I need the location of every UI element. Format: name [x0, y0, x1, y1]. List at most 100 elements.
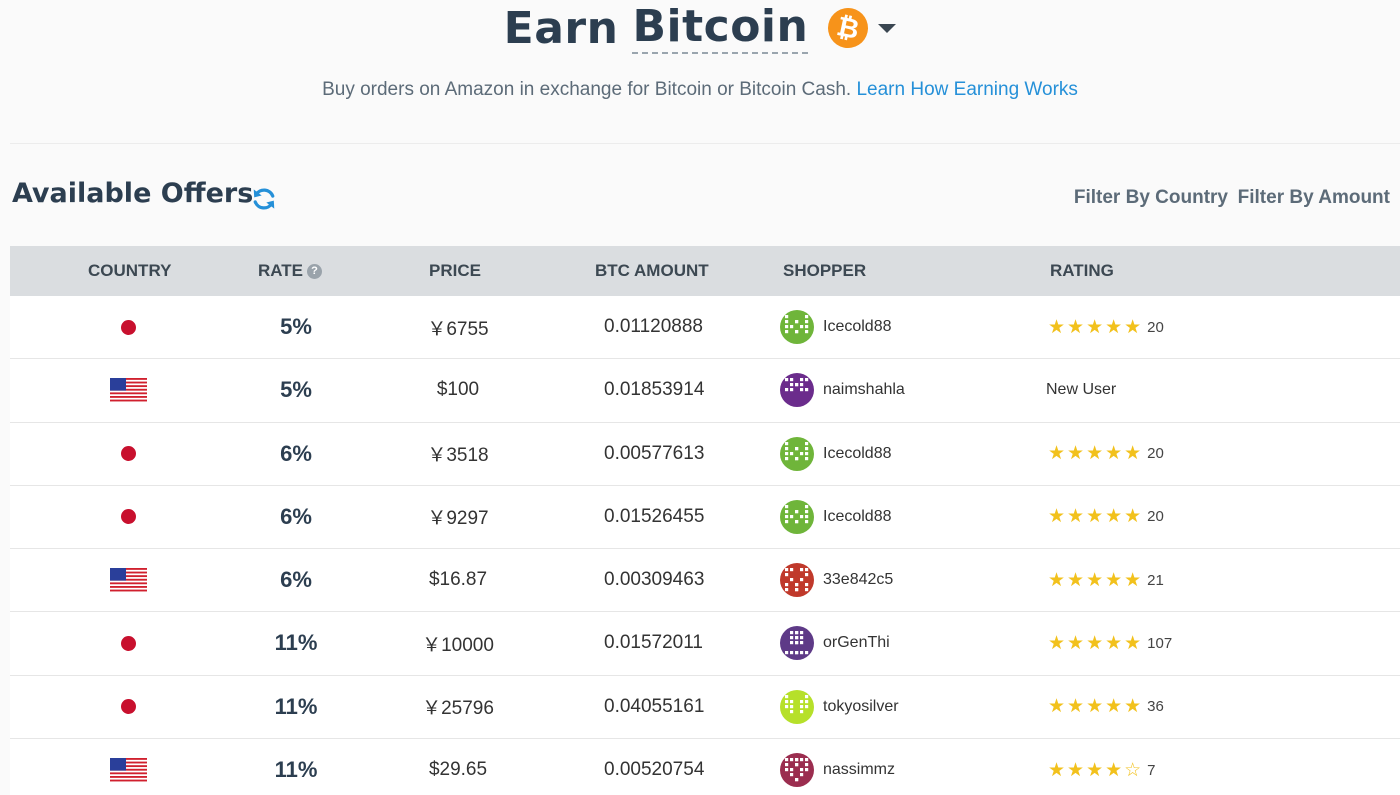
table-row[interactable]: 5% $100 0.01853914 naimshahla New User — [10, 359, 1400, 423]
btc-amount-cell: 0.01526455 — [604, 505, 705, 527]
avatar[interactable] — [780, 373, 814, 408]
country-cell — [10, 739, 246, 795]
shopper-cell[interactable]: Icecold88 — [780, 423, 892, 485]
japan-flag-icon — [120, 635, 136, 651]
rating-cell: New User — [1046, 359, 1117, 421]
offers-header: Available Offers Filter By Country Filte… — [12, 178, 1400, 218]
filter-by-country-button[interactable]: Filter By Country — [1074, 187, 1228, 209]
shopper-name[interactable]: orGenThi — [823, 634, 890, 652]
avatar[interactable] — [780, 563, 814, 598]
country-cell — [10, 486, 246, 548]
subtitle-text: Buy orders on Amazon in exchange for Bit… — [322, 79, 852, 100]
rating-cell: ★★★★★ 20 — [1048, 423, 1164, 485]
rate-cell: 6% — [280, 567, 312, 593]
table-row[interactable]: 11% ￥25796 0.04055161 tokyosilver ★★★★★ 3… — [10, 675, 1400, 740]
shopper-cell[interactable]: Icecold88 — [780, 486, 892, 548]
shopper-cell[interactable]: naimshahla — [780, 359, 905, 421]
column-header-price[interactable]: PRICE — [429, 246, 481, 296]
page-subtitle: Buy orders on Amazon in exchange for Bit… — [0, 79, 1400, 101]
new-user-label: New User — [1046, 381, 1117, 399]
btc-amount-cell: 0.01572011 — [604, 632, 703, 654]
rating-count: 20 — [1147, 318, 1164, 336]
avatar[interactable] — [780, 310, 814, 344]
btc-amount-cell: 0.00520754 — [604, 759, 705, 781]
table-row[interactable]: 11% $29.65 0.00520754 nassimmz ★★★★☆ 7 — [10, 739, 1400, 795]
table-row[interactable]: 6% $16.87 0.00309463 33e842c5 ★★★★★ 21 — [10, 549, 1400, 613]
country-cell — [10, 676, 246, 738]
offers-table: COUNTRY RATE ? PRICE BTC AMOUNT SHOPPER … — [10, 246, 1400, 795]
btc-amount-cell: 0.04055161 — [604, 695, 705, 717]
table-header: COUNTRY RATE ? PRICE BTC AMOUNT SHOPPER … — [10, 246, 1400, 296]
section-divider — [10, 143, 1400, 144]
rate-cell: 5% — [280, 377, 312, 403]
column-header-rating[interactable]: RATING — [1050, 246, 1114, 296]
shopper-cell[interactable]: 33e842c5 — [780, 549, 893, 611]
star-rating-icon: ★★★★★ — [1048, 632, 1144, 654]
learn-how-link[interactable]: Learn How Earning Works — [856, 79, 1077, 100]
column-header-shopper[interactable]: SHOPPER — [783, 246, 866, 296]
refresh-icon[interactable] — [250, 185, 278, 213]
chevron-down-icon[interactable] — [878, 23, 897, 33]
price-cell: ￥10000 — [422, 634, 494, 656]
price-cell: ￥6755 — [427, 318, 489, 340]
table-row[interactable]: 6% ￥3518 0.00577613 Icecold88 ★★★★★ 20 — [10, 422, 1400, 486]
star-rating-icon: ★★★★★ — [1048, 316, 1144, 338]
avatar[interactable] — [780, 499, 814, 534]
price-cell: $100 — [436, 379, 480, 401]
rating-cell: ★★★★★ 20 — [1048, 486, 1164, 548]
us-flag-icon — [109, 567, 147, 592]
star-rating-icon: ★★★★★ — [1048, 443, 1144, 465]
rating-count: 20 — [1147, 508, 1164, 526]
rating-cell: ★★★★☆ 7 — [1048, 739, 1156, 795]
table-row[interactable]: 6% ￥9297 0.01526455 Icecold88 ★★★★★ 20 — [10, 485, 1400, 550]
rating-count: 36 — [1147, 698, 1164, 716]
btc-amount-cell: 0.00577613 — [604, 442, 705, 464]
bitcoin-icon[interactable]: ₿ — [824, 4, 873, 52]
rating-count: 7 — [1147, 761, 1156, 779]
column-header-rate[interactable]: RATE ? — [258, 246, 323, 296]
star-rating-icon: ★★★★★ — [1048, 569, 1144, 591]
shopper-name[interactable]: Icecold88 — [823, 445, 892, 463]
rate-cell: 6% — [280, 503, 312, 529]
shopper-cell[interactable]: tokyosilver — [780, 676, 899, 738]
shopper-name[interactable]: 33e842c5 — [823, 571, 893, 589]
price-cell: $29.65 — [428, 759, 488, 781]
rate-cell: 5% — [280, 314, 312, 339]
offers-title: Available Offers — [12, 178, 254, 209]
table-row[interactable]: 5% ￥6755 0.01120888 Icecold88 ★★★★★ 20 — [10, 296, 1400, 360]
shopper-cell[interactable]: orGenThi — [780, 612, 890, 674]
table-row[interactable]: 11% ￥10000 0.01572011 orGenThi ★★★★★ 107 — [10, 612, 1400, 676]
avatar[interactable] — [780, 753, 814, 788]
shopper-name[interactable]: nassimmz — [823, 761, 895, 779]
avatar[interactable] — [780, 689, 814, 724]
price-cell: ￥3518 — [427, 445, 489, 467]
japan-flag-icon — [120, 699, 136, 715]
shopper-name[interactable]: Icecold88 — [823, 318, 892, 336]
rate-header-label: RATE — [258, 261, 304, 280]
coin-selector-label[interactable]: Bitcoin — [632, 2, 809, 54]
us-flag-icon — [109, 377, 147, 402]
shopper-cell[interactable]: nassimmz — [780, 739, 895, 795]
help-icon[interactable]: ? — [307, 263, 323, 279]
filter-by-amount-button[interactable]: Filter By Amount — [1238, 187, 1390, 209]
column-header-country[interactable]: COUNTRY — [88, 246, 171, 296]
btc-amount-cell: 0.00309463 — [604, 569, 705, 591]
rating-count: 107 — [1147, 634, 1173, 652]
rating-cell: ★★★★★ 20 — [1048, 296, 1164, 358]
rating-count: 20 — [1147, 445, 1164, 463]
avatar[interactable] — [780, 626, 814, 661]
earn-hero: Earn Bitcoin ₿ Buy orders on Amazon in e… — [0, 0, 1400, 143]
country-cell — [10, 359, 246, 421]
price-cell: ￥25796 — [422, 698, 494, 720]
shopper-cell[interactable]: Icecold88 — [780, 296, 892, 358]
rate-cell: 11% — [274, 630, 318, 656]
table-body: 5% ￥6755 0.01120888 Icecold88 ★★★★★ 20 5%… — [10, 296, 1400, 795]
shopper-name[interactable]: naimshahla — [823, 381, 905, 399]
star-rating-icon: ★★★★★ — [1048, 696, 1144, 718]
shopper-name[interactable]: Icecold88 — [823, 508, 892, 526]
column-header-btc-amount[interactable]: BTC AMOUNT — [595, 246, 709, 296]
rating-count: 21 — [1147, 571, 1164, 589]
price-cell: ￥9297 — [427, 508, 489, 530]
shopper-name[interactable]: tokyosilver — [823, 698, 899, 716]
avatar[interactable] — [780, 436, 814, 471]
